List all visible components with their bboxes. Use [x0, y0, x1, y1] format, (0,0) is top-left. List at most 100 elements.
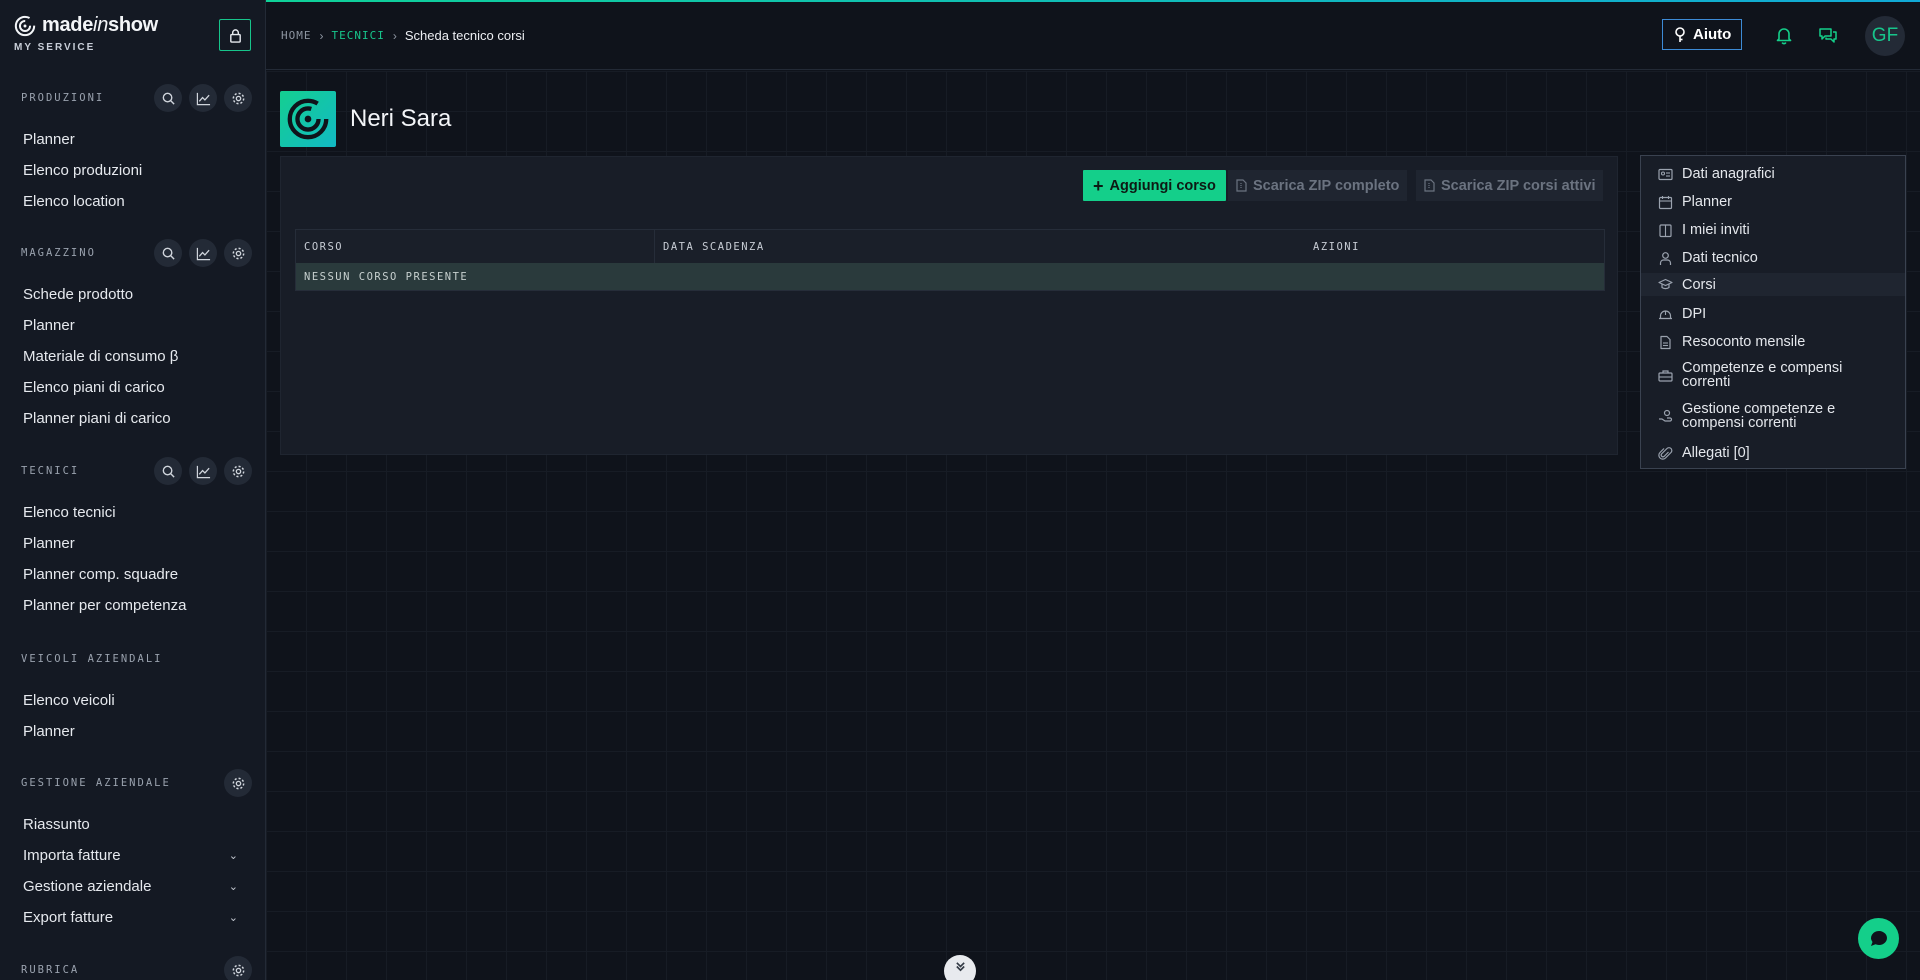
sidebar-item-materiale-consumo[interactable]: Materiale di consumo β [0, 341, 265, 372]
profile-logo [280, 91, 336, 147]
breadcrumb-home[interactable]: HOME [281, 29, 312, 42]
menu-item-dati-tecnico[interactable]: Dati tecnico [1641, 248, 1905, 268]
menu-item-resoconto-mensile[interactable]: Resoconto mensile [1641, 332, 1905, 352]
chevron-right-icon: › [319, 28, 324, 43]
sidebar-item-elenco-piani-carico[interactable]: Elenco piani di carico [0, 372, 265, 403]
sidebar-item-planner-per-competenza[interactable]: Planner per competenza [0, 590, 265, 621]
sidebar-item-planner-tecnici[interactable]: Planner [0, 528, 265, 559]
sidebar-item-label: Elenco veicoli [23, 692, 115, 709]
sidebar-item-label: Planner comp. squadre [23, 566, 179, 583]
courses-table: CORSO DATA SCADENZA AZIONI NESSUN CORSO … [295, 229, 1605, 291]
courses-panel: + Aggiungi corso Scarica ZIP completo Sc… [280, 156, 1618, 455]
download-zip-complete-label: Scarica ZIP completo [1253, 177, 1400, 194]
chart-icon[interactable] [189, 457, 217, 485]
menu-item-competenze-compensi[interactable]: Competenze e compensi correnti [1641, 360, 1905, 390]
sidebar-item-elenco-produzioni[interactable]: Elenco produzioni [0, 155, 265, 186]
sidebar-item-label: Gestione aziendale [23, 878, 152, 895]
search-icon[interactable] [154, 84, 182, 112]
menu-item-planner[interactable]: Planner [1641, 192, 1905, 212]
section-title: TECNICI [21, 465, 80, 477]
file-zip-icon [1424, 179, 1435, 192]
download-zip-complete-button[interactable]: Scarica ZIP completo [1228, 170, 1408, 201]
sidebar-item-label: Materiale di consumo β [23, 348, 179, 365]
sidebar: madeinshow MY SERVICE PRODUZIONI Planner… [0, 0, 266, 980]
gear-icon[interactable] [224, 769, 252, 797]
add-course-label: Aggiungi corso [1109, 177, 1216, 194]
chevron-right-icon: › [392, 28, 397, 43]
menu-item-corsi[interactable]: Corsi [1641, 273, 1905, 296]
menu-item-dati-anagrafici[interactable]: Dati anagrafici [1641, 164, 1905, 184]
scroll-down-button[interactable] [944, 955, 976, 980]
gear-icon[interactable] [224, 457, 252, 485]
toolbox-icon [1658, 369, 1673, 382]
sidebar-section-rubrica: RUBRICA [0, 955, 265, 980]
sidebar-item-elenco-tecnici[interactable]: Elenco tecnici [0, 497, 265, 528]
download-zip-active-button[interactable]: Scarica ZIP corsi attivi [1416, 170, 1604, 201]
user-icon [1659, 251, 1672, 265]
sidebar-item-riassunto[interactable]: Riassunto [0, 809, 265, 840]
menu-item-label: Corsi [1682, 276, 1716, 293]
chat-support-button[interactable] [1858, 918, 1899, 959]
menu-item-label: Resoconto mensile [1682, 334, 1806, 350]
plus-icon: + [1093, 175, 1104, 196]
bell-icon[interactable] [1773, 24, 1795, 46]
spiral-logo-icon [287, 98, 329, 140]
gear-icon[interactable] [224, 84, 252, 112]
sidebar-item-elenco-location[interactable]: Elenco location [0, 186, 265, 217]
sidebar-item-export-fatture[interactable]: Export fatture ⌄ [0, 902, 265, 933]
table-header: CORSO DATA SCADENZA AZIONI [296, 230, 1604, 263]
section-title: PRODUZIONI [21, 92, 105, 104]
sidebar-item-planner-piani-carico[interactable]: Planner piani di carico [0, 403, 265, 434]
sidebar-item-schede-prodotto[interactable]: Schede prodotto [0, 279, 265, 310]
sidebar-item-importa-fatture[interactable]: Importa fatture ⌄ [0, 840, 265, 871]
sidebar-section-veicoli: VEICOLI AZIENDALI Elenco veicoli Planner [0, 644, 265, 747]
sidebar-item-planner-veicoli[interactable]: Planner [0, 716, 265, 747]
report-icon [1660, 335, 1671, 349]
column-header-corso[interactable]: CORSO [296, 230, 655, 263]
sidebar-item-label: Planner [23, 317, 75, 334]
sidebar-item-label: Elenco piani di carico [23, 379, 165, 396]
menu-item-allegati[interactable]: Allegati [0] [1641, 443, 1905, 463]
sidebar-section-gestione-aziendale: GESTIONE AZIENDALE Riassunto Importa fat… [0, 768, 265, 933]
sidebar-item-planner-comp-squadre[interactable]: Planner comp. squadre [0, 559, 265, 590]
chat-bubbles-icon[interactable] [1817, 24, 1839, 46]
table-empty-row: NESSUN CORSO PRESENTE [296, 263, 1604, 290]
brand[interactable]: madeinshow MY SERVICE [14, 14, 158, 53]
chart-icon[interactable] [189, 239, 217, 267]
menu-item-label: Dati anagrafici [1682, 166, 1775, 182]
brand-logo: madeinshow [14, 14, 158, 37]
sidebar-item-elenco-veicoli[interactable]: Elenco veicoli [0, 685, 265, 716]
add-course-button[interactable]: + Aggiungi corso [1083, 170, 1226, 201]
search-icon[interactable] [154, 239, 182, 267]
menu-item-dpi[interactable]: DPI [1641, 304, 1905, 324]
avatar[interactable]: GF [1865, 16, 1905, 56]
help-button[interactable]: Aiuto [1662, 19, 1743, 50]
breadcrumb: HOME › TECNICI › Scheda tecnico corsi [281, 28, 525, 43]
sidebar-item-planner-produzioni[interactable]: Planner [0, 124, 265, 155]
helmet-icon [1659, 309, 1672, 319]
chat-bubble-icon [1870, 930, 1887, 946]
sidebar-item-label: Planner [23, 131, 75, 148]
menu-item-label: Gestione competenze e compensi correnti [1682, 401, 1836, 431]
topbar: HOME › TECNICI › Scheda tecnico corsi Ai… [266, 2, 1920, 70]
section-title: GESTIONE AZIENDALE [21, 777, 171, 789]
column-header-azioni: AZIONI [1313, 240, 1360, 253]
menu-item-gestione-competenze[interactable]: Gestione competenze e compensi correnti [1641, 401, 1905, 431]
sidebar-section-produzioni: PRODUZIONI Planner Elenco produzioni Ele… [0, 83, 265, 217]
sidebar-section-tecnici: TECNICI Elenco tecnici Planner Planner c… [0, 456, 265, 621]
sidebar-item-label: Importa fatture [23, 847, 121, 864]
sidebar-item-gestione-aziendale[interactable]: Gestione aziendale ⌄ [0, 871, 265, 902]
lock-icon [229, 28, 241, 43]
chart-icon[interactable] [189, 84, 217, 112]
lock-sidebar-button[interactable] [219, 19, 251, 51]
search-icon[interactable] [154, 457, 182, 485]
gear-icon[interactable] [224, 239, 252, 267]
help-label: Aiuto [1693, 26, 1732, 43]
breadcrumb-tecnici[interactable]: TECNICI [332, 29, 385, 42]
gear-icon[interactable] [224, 956, 252, 980]
chevron-down-icon: ⌄ [228, 881, 238, 893]
menu-item-i-miei-inviti[interactable]: I miei inviti [1641, 220, 1905, 240]
sidebar-item-label: Elenco produzioni [23, 162, 143, 179]
sidebar-item-planner-magazzino[interactable]: Planner [0, 310, 265, 341]
column-header-data-scadenza[interactable]: DATA SCADENZA [655, 230, 1305, 263]
